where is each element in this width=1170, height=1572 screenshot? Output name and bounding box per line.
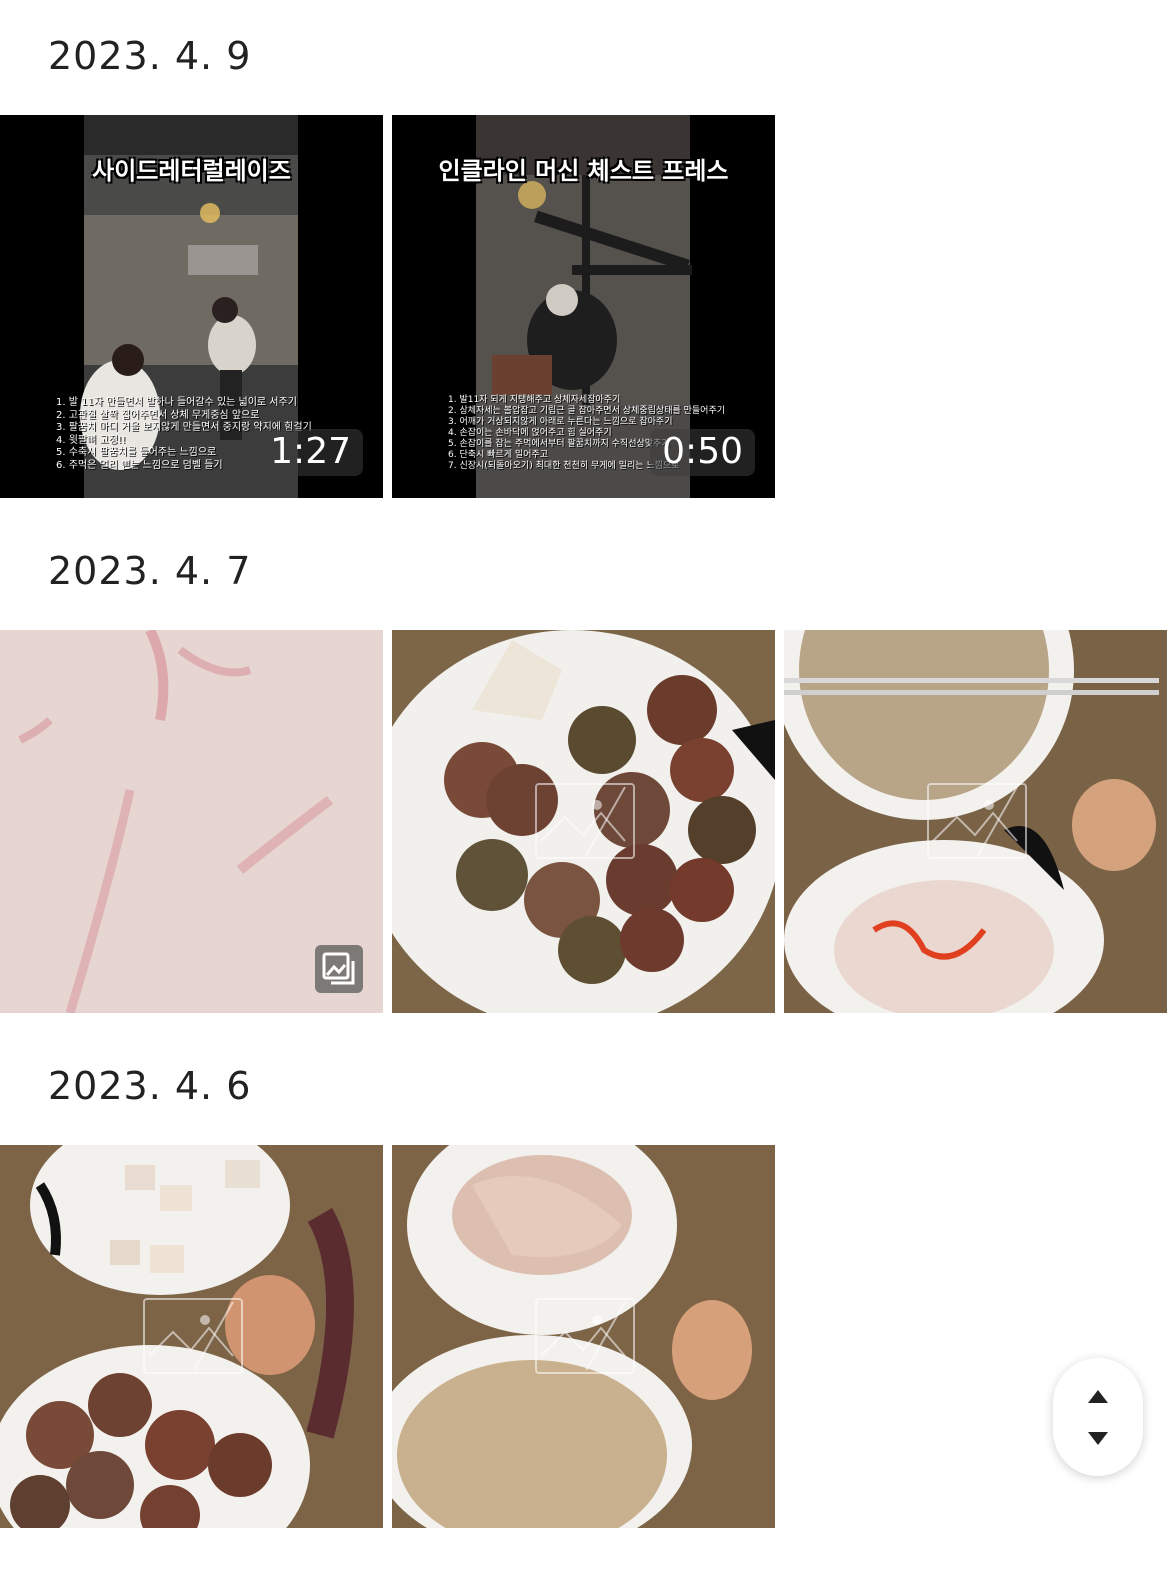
image-placeholder-icon	[535, 1298, 635, 1374]
arrow-down-icon[interactable]	[1088, 1432, 1108, 1445]
video-overlay-title: 사이드레터럴레이즈	[92, 157, 291, 185]
multiple-photos-icon	[315, 945, 363, 993]
video-duration: 0:50	[650, 429, 755, 476]
video-duration: 1:27	[258, 429, 363, 476]
date-header: 2023. 4. 7	[48, 549, 252, 593]
photo-thumbnail[interactable]	[0, 1145, 383, 1528]
video-overlay-title: 인클라인 머신 체스트 프레스	[438, 157, 729, 185]
date-header: 2023. 4. 6	[48, 1064, 252, 1108]
video-thumbnail[interactable]: 인클라인 머신 체스트 프레스 1. 발11자 되게 지탱해주고 상체자세잡아주…	[392, 115, 775, 498]
date-header: 2023. 4. 9	[48, 34, 252, 78]
photo-thumbnail[interactable]	[0, 630, 383, 1013]
video-thumbnail[interactable]: 사이드레터럴레이즈 1. 발 11자 만들면서 발하나 들어갈수 있는 넓이로 …	[0, 115, 383, 498]
photo-thumbnail[interactable]	[392, 1145, 775, 1528]
image-placeholder-icon	[143, 1298, 243, 1374]
image-placeholder-icon	[535, 783, 635, 859]
scroll-control	[1053, 1358, 1143, 1476]
arrow-up-icon[interactable]	[1088, 1390, 1108, 1403]
image-placeholder-icon	[927, 783, 1027, 859]
photo-thumbnail[interactable]	[392, 630, 775, 1013]
photo-thumbnail[interactable]	[784, 630, 1167, 1013]
